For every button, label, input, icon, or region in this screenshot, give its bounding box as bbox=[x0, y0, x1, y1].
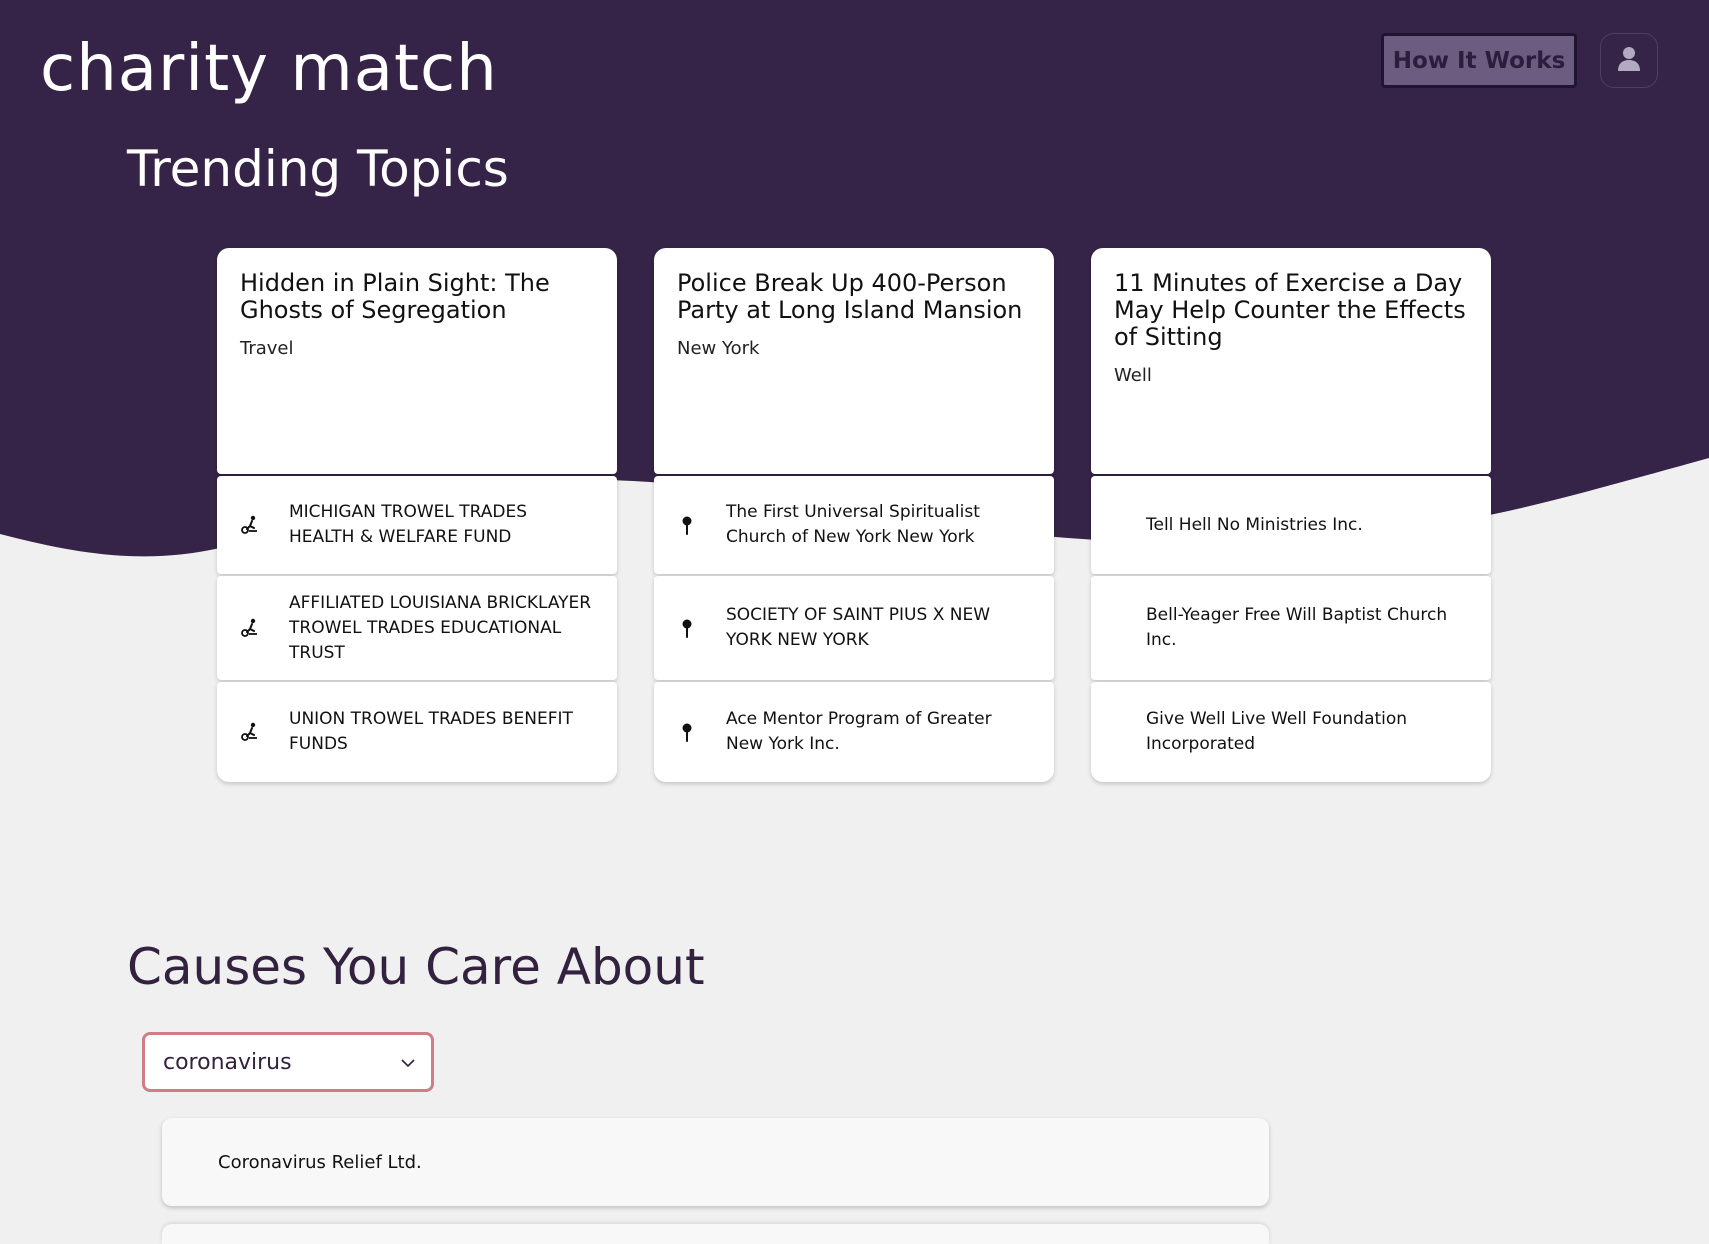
charity-name: Give Well Live Well Foundation Incorpora… bbox=[1146, 709, 1408, 754]
cause-result-item[interactable] bbox=[162, 1224, 1269, 1244]
article-title: Police Break Up 400-Person Party at Long… bbox=[677, 269, 1023, 324]
trending-card-header[interactable]: 11 Minutes of Exercise a Day May Help Co… bbox=[1091, 248, 1491, 474]
charity-name: SOCIETY OF SAINT PIUS X NEW YORK NEW YOR… bbox=[726, 605, 991, 650]
causes-heading: Causes You Care About bbox=[127, 938, 705, 996]
hiking-icon bbox=[239, 721, 261, 743]
chevron-down-icon bbox=[401, 1053, 415, 1072]
article-category: New York bbox=[677, 338, 760, 359]
trending-card-header[interactable]: Police Break Up 400-Person Party at Long… bbox=[654, 248, 1054, 474]
cause-select-value: coronavirus bbox=[163, 1049, 292, 1075]
brand-logo[interactable]: charity match bbox=[40, 32, 498, 106]
charity-name: AFFILIATED LOUISIANA BRICKLAYER TROWEL T… bbox=[289, 592, 592, 663]
charity-name: MICHIGAN TROWEL TRADES HEALTH & WELFARE … bbox=[289, 502, 528, 547]
charity-list-item[interactable]: The First Universal Spiritualist Church … bbox=[654, 476, 1054, 574]
article-category: Travel bbox=[240, 338, 294, 359]
article-category: Well bbox=[1114, 365, 1152, 386]
user-account-button[interactable] bbox=[1600, 33, 1658, 88]
cause-select[interactable]: coronavirus bbox=[142, 1032, 434, 1092]
cause-result-item[interactable]: Coronavirus Relief Ltd. bbox=[162, 1118, 1269, 1206]
trending-topics-heading: Trending Topics bbox=[127, 140, 509, 198]
map-pin-icon bbox=[676, 514, 698, 536]
charity-name: UNION TROWEL TRADES BENEFIT FUNDS bbox=[289, 709, 573, 754]
charity-list-item[interactable]: Tell Hell No Ministries Inc. bbox=[1091, 476, 1491, 574]
hiking-icon bbox=[239, 617, 261, 639]
charity-list-item[interactable]: SOCIETY OF SAINT PIUS X NEW YORK NEW YOR… bbox=[654, 576, 1054, 680]
trending-card: 11 Minutes of Exercise a Day May Help Co… bbox=[1091, 248, 1491, 782]
charity-list-item[interactable]: MICHIGAN TROWEL TRADES HEALTH & WELFARE … bbox=[217, 476, 617, 574]
article-title: Hidden in Plain Sight: The Ghosts of Seg… bbox=[240, 269, 550, 324]
hiking-icon bbox=[239, 514, 261, 536]
charity-name: The First Universal Spiritualist Church … bbox=[726, 502, 980, 547]
charity-name: Ace Mentor Program of Greater New York I… bbox=[726, 709, 992, 754]
charity-name: Coronavirus Relief Ltd. bbox=[218, 1151, 422, 1173]
charity-list-item[interactable]: AFFILIATED LOUISIANA BRICKLAYER TROWEL T… bbox=[217, 576, 617, 680]
charity-name: Tell Hell No Ministries Inc. bbox=[1146, 514, 1363, 535]
trending-card: Hidden in Plain Sight: The Ghosts of Seg… bbox=[217, 248, 617, 782]
article-title: 11 Minutes of Exercise a Day May Help Co… bbox=[1114, 269, 1466, 351]
charity-list-item[interactable]: Bell-Yeager Free Will Baptist Church Inc… bbox=[1091, 576, 1491, 680]
user-icon bbox=[1618, 46, 1640, 75]
map-pin-icon bbox=[676, 617, 698, 639]
map-pin-icon bbox=[676, 721, 698, 743]
trending-card-header[interactable]: Hidden in Plain Sight: The Ghosts of Seg… bbox=[217, 248, 617, 474]
charity-list-item[interactable]: Ace Mentor Program of Greater New York I… bbox=[654, 682, 1054, 782]
trending-card: Police Break Up 400-Person Party at Long… bbox=[654, 248, 1054, 782]
charity-name: Bell-Yeager Free Will Baptist Church Inc… bbox=[1146, 605, 1448, 650]
charity-list-item[interactable]: Give Well Live Well Foundation Incorpora… bbox=[1091, 682, 1491, 782]
how-it-works-button[interactable]: How It Works bbox=[1381, 33, 1577, 88]
charity-list-item[interactable]: UNION TROWEL TRADES BENEFIT FUNDS bbox=[217, 682, 617, 782]
